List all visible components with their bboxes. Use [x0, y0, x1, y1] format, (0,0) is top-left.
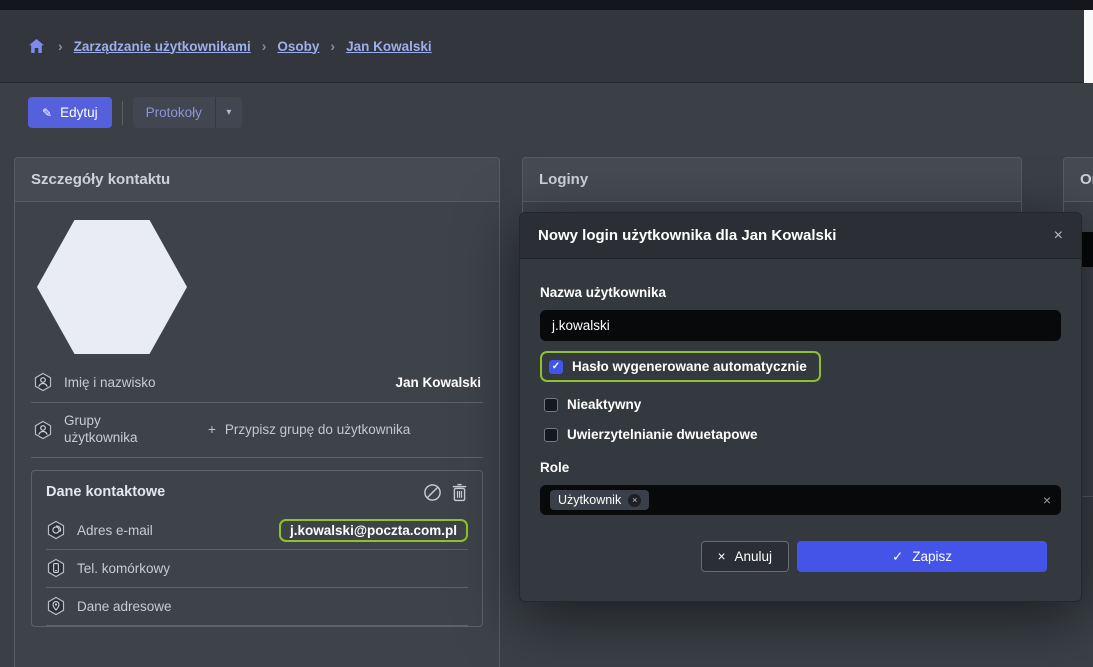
address-label: Dane adresowe: [77, 599, 172, 614]
inactive-label: Nieaktywny: [567, 397, 641, 412]
protocols-button[interactable]: Protokoły: [133, 97, 215, 128]
edit-contact-data-icon[interactable]: [423, 483, 442, 502]
name-value: Jan Kowalski: [395, 375, 481, 390]
email-value: j.kowalski@poczta.com.pl: [279, 519, 468, 542]
contact-data-header: Dane kontaktowe: [32, 471, 482, 512]
highlighted-checkbox-row: ✓ Hasło wygenerowane automatycznie: [540, 351, 821, 382]
modal-body: Nazwa użytkownika j.kowalski ✓ Hasło wyg…: [520, 259, 1081, 601]
contact-card-body: Imię i nazwisko Jan Kowalski Grupy użytk…: [15, 202, 499, 627]
role-tag: Użytkownik ×: [550, 490, 649, 510]
groups-row-label: Grupy użytkownika: [33, 413, 156, 447]
inactive-checkbox-row: Nieaktywny: [544, 397, 1061, 412]
email-label: Adres e-mail: [77, 523, 153, 538]
breadcrumb-link-users[interactable]: Zarządzanie użytkownikami: [74, 39, 251, 54]
username-label: Nazwa użytkownika: [540, 285, 1061, 300]
name-label: Imię i nazwisko: [64, 375, 156, 390]
breadcrumb-link-person[interactable]: Jan Kowalski: [346, 39, 432, 54]
logins-card-title: Loginy: [523, 158, 1021, 202]
email-row: Adres e-mail j.kowalski@poczta.com.pl: [46, 512, 468, 550]
save-check-icon: ✓: [892, 549, 903, 565]
close-icon[interactable]: ×: [1054, 227, 1063, 245]
breadcrumb-link-people[interactable]: Osoby: [277, 39, 319, 54]
person-icon: [33, 372, 53, 392]
breadcrumb: › Zarządzanie użytkownikami › Osoby › Ja…: [0, 10, 1093, 83]
cancel-button-label: Anuluj: [734, 549, 772, 564]
role-select[interactable]: Użytkownik × ×: [540, 485, 1061, 515]
contact-details-card: Szczegóły kontaktu Imię i nazwisko Jan K…: [14, 157, 500, 667]
modal-header: Nowy login użytkownika dla Jan Kowalski …: [520, 213, 1081, 259]
chevron-icon: ›: [330, 38, 335, 54]
save-button-label: Zapisz: [912, 549, 952, 564]
groups-label: Grupy użytkownika: [64, 413, 156, 447]
two-factor-label: Uwierzytelnianie dwuetapowe: [567, 427, 758, 442]
chevron-icon: ›: [58, 38, 63, 54]
phone-row-label: Tel. komórkowy: [46, 558, 170, 578]
protocols-button-group: Protokoły ▾: [133, 97, 242, 128]
top-strip: [0, 0, 1093, 10]
edit-button[interactable]: ✎ Edytuj: [28, 97, 112, 128]
address-row: Dane adresowe: [46, 588, 468, 626]
avatar: [37, 220, 187, 354]
two-factor-checkbox-row: Uwierzytelnianie dwuetapowe: [544, 427, 1061, 442]
cancel-x-icon: ×: [718, 549, 726, 564]
inactive-checkbox[interactable]: [544, 398, 558, 412]
phone-label: Tel. komórkowy: [77, 561, 170, 576]
assign-group-label: Przypisz grupę do użytkownika: [225, 422, 410, 437]
modal-title: Nowy login użytkownika dla Jan Kowalski: [538, 227, 836, 244]
group-icon: [33, 420, 53, 440]
cancel-button[interactable]: × Anuluj: [701, 541, 789, 572]
home-icon[interactable]: [28, 38, 45, 54]
role-tag-label: Użytkownik: [558, 493, 621, 507]
right-card-title: Or: [1064, 158, 1093, 202]
auto-password-checkbox[interactable]: ✓: [549, 360, 563, 374]
phone-row: Tel. komórkowy: [46, 550, 468, 588]
address-row-label: Dane adresowe: [46, 596, 172, 616]
email-row-label: Adres e-mail: [46, 520, 153, 540]
location-pin-icon: [46, 596, 66, 616]
trash-icon[interactable]: [451, 483, 468, 502]
auto-password-label: Hasło wygenerowane automatycznie: [572, 359, 807, 374]
chevron-down-icon: ▾: [226, 107, 231, 118]
role-label: Role: [540, 460, 1061, 475]
action-toolbar: ✎ Edytuj Protokoły ▾: [28, 97, 242, 128]
name-row: Imię i nazwisko Jan Kowalski: [31, 362, 483, 403]
remove-role-icon[interactable]: ×: [628, 494, 641, 507]
check-icon: ✓: [552, 361, 560, 372]
groups-row: Grupy użytkownika + Przypisz grupę do uż…: [31, 403, 483, 458]
contact-data-actions: [423, 483, 468, 502]
email-value-highlight: j.kowalski@poczta.com.pl: [279, 523, 468, 538]
modal-footer: × Anuluj ✓ Zapisz: [540, 515, 1061, 587]
pencil-icon: ✎: [42, 106, 52, 120]
new-login-modal: Nowy login użytkownika dla Jan Kowalski …: [519, 212, 1082, 602]
phone-icon: [46, 558, 66, 578]
app-window: › Zarządzanie użytkownikami › Osoby › Ja…: [0, 0, 1093, 667]
username-input[interactable]: j.kowalski: [540, 310, 1061, 341]
plus-icon: +: [208, 422, 216, 437]
contact-data-title: Dane kontaktowe: [46, 484, 165, 500]
email-icon: [46, 520, 66, 540]
assign-group-button[interactable]: + Przypisz grupę do użytkownika: [208, 422, 410, 437]
edit-button-label: Edytuj: [60, 105, 98, 120]
contact-data-card: Dane kontaktowe: [31, 470, 483, 627]
scrollbar-track[interactable]: [1084, 10, 1093, 83]
save-button[interactable]: ✓ Zapisz: [797, 541, 1047, 572]
clear-roles-icon[interactable]: ×: [1043, 492, 1051, 508]
name-row-label: Imię i nazwisko: [33, 372, 156, 392]
contact-card-title: Szczegóły kontaktu: [15, 158, 499, 202]
toolbar-divider: [122, 101, 123, 125]
protocols-dropdown-button[interactable]: ▾: [215, 97, 242, 128]
two-factor-checkbox[interactable]: [544, 428, 558, 442]
chevron-icon: ›: [262, 38, 267, 54]
